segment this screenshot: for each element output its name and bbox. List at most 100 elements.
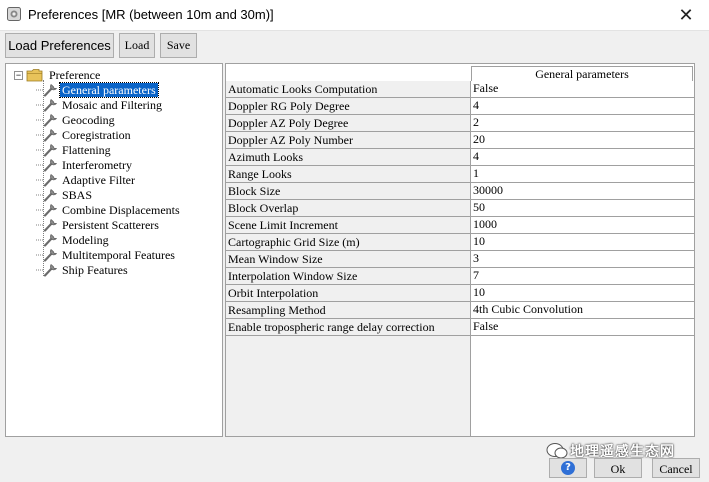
- parameter-value[interactable]: False: [471, 319, 694, 336]
- grid-row: Cartographic Grid Size (m) 10: [226, 234, 694, 251]
- tree-item[interactable]: Adaptive Filter: [36, 172, 137, 187]
- wrench-icon: [36, 143, 58, 157]
- wrench-icon: [36, 128, 58, 142]
- ok-button[interactable]: Ok: [594, 458, 642, 478]
- grid-row: Orbit Interpolation 10: [226, 285, 694, 302]
- parameter-name: Azimuth Looks: [226, 149, 471, 166]
- close-button[interactable]: ✕: [663, 0, 709, 30]
- tree-item[interactable]: Coregistration: [36, 127, 133, 142]
- grid-row: Range Looks 1: [226, 166, 694, 183]
- parameter-name: Doppler RG Poly Degree: [226, 98, 471, 115]
- tree-root[interactable]: Preference: [26, 67, 102, 82]
- load-button[interactable]: Load: [119, 33, 155, 58]
- grid-row: Doppler AZ Poly Degree 2: [226, 115, 694, 132]
- title-bar: Preferences [MR (between 10m and 30m)] ✕: [0, 0, 709, 31]
- preference-tree[interactable]: − Preference General parameters Mosaic an…: [5, 63, 223, 437]
- grid-header: General parameters: [471, 66, 693, 82]
- wrench-icon: [36, 203, 58, 217]
- tree-item[interactable]: Persistent Scatterers: [36, 217, 161, 232]
- parameter-name: Enable tropospheric range delay correcti…: [226, 319, 471, 336]
- wrench-icon: [36, 263, 58, 277]
- tree-item[interactable]: General parameters: [36, 81, 159, 98]
- window-title: Preferences [MR (between 10m and 30m)]: [28, 7, 274, 22]
- parameter-name: Resampling Method: [226, 302, 471, 319]
- grid-row: Doppler RG Poly Degree 4: [226, 98, 694, 115]
- grid-row: Interpolation Window Size 7: [226, 268, 694, 285]
- wrench-icon: [36, 248, 58, 262]
- parameter-value[interactable]: 20: [471, 132, 694, 149]
- wrench-icon: [36, 83, 58, 97]
- tree-item-label: Modeling: [62, 232, 109, 247]
- tree-item[interactable]: Modeling: [36, 232, 111, 247]
- parameter-name: Automatic Looks Computation: [226, 81, 471, 98]
- parameter-value[interactable]: False: [471, 81, 694, 98]
- help-button[interactable]: ?: [549, 458, 587, 478]
- parameter-name: Interpolation Window Size: [226, 268, 471, 285]
- tree-item-label: SBAS: [62, 187, 93, 202]
- parameter-value[interactable]: 50: [471, 200, 694, 217]
- parameter-value[interactable]: 2: [471, 115, 694, 132]
- parameter-name: Orbit Interpolation: [226, 285, 471, 302]
- help-icon: ?: [561, 461, 575, 475]
- parameter-name: Range Looks: [226, 166, 471, 183]
- grid-row: Block Overlap 50: [226, 200, 694, 217]
- tree-item-label: Interferometry: [62, 157, 132, 172]
- tree-item[interactable]: SBAS: [36, 187, 94, 202]
- tree-item[interactable]: Mosaic and Filtering: [36, 97, 164, 112]
- folder-icon: [26, 68, 43, 81]
- save-button[interactable]: Save: [160, 33, 197, 58]
- wrench-icon: [36, 188, 58, 202]
- grid-row: Azimuth Looks 4: [226, 149, 694, 166]
- wrench-icon: [36, 218, 58, 232]
- grid-row: Scene Limit Increment 1000: [226, 217, 694, 234]
- grid-row: Block Size 30000: [226, 183, 694, 200]
- parameter-value[interactable]: 4: [471, 98, 694, 115]
- tree-item[interactable]: Combine Displacements: [36, 202, 182, 217]
- parameter-value[interactable]: 3: [471, 251, 694, 268]
- parameter-name: Scene Limit Increment: [226, 217, 471, 234]
- parameter-name: Doppler AZ Poly Number: [226, 132, 471, 149]
- wrench-icon: [36, 113, 58, 127]
- tree-root-label: Preference: [49, 67, 101, 82]
- parameter-value[interactable]: 4th Cubic Convolution: [471, 302, 694, 319]
- parameter-value[interactable]: 30000: [471, 183, 694, 200]
- wrench-icon: [36, 98, 58, 112]
- parameters-grid: General parameters Automatic Looks Compu…: [225, 63, 695, 437]
- grid-row: Enable tropospheric range delay correcti…: [226, 319, 694, 336]
- parameter-value[interactable]: 1: [471, 166, 694, 183]
- parameter-value[interactable]: 1000: [471, 217, 694, 234]
- app-icon: [7, 7, 21, 21]
- parameter-name: Cartographic Grid Size (m): [226, 234, 471, 251]
- parameter-value[interactable]: 7: [471, 268, 694, 285]
- parameter-value[interactable]: 10: [471, 234, 694, 251]
- tree-item-label: Combine Displacements: [62, 202, 180, 217]
- parameter-name: Doppler AZ Poly Degree: [226, 115, 471, 132]
- tree-item-label: Mosaic and Filtering: [62, 97, 162, 112]
- cancel-button[interactable]: Cancel: [652, 458, 700, 478]
- grid-row: Automatic Looks Computation False: [226, 81, 694, 98]
- tree-item-label: Multitemporal Features: [62, 247, 175, 262]
- parameter-value[interactable]: 4: [471, 149, 694, 166]
- tree-item-label: Ship Features: [62, 262, 128, 277]
- grid-row: Resampling Method 4th Cubic Convolution: [226, 302, 694, 319]
- tree-item-label: Flattening: [62, 142, 111, 157]
- collapse-toggle[interactable]: −: [14, 71, 23, 80]
- parameter-value[interactable]: 10: [471, 285, 694, 302]
- wrench-icon: [36, 158, 58, 172]
- grid-row: Mean Window Size 3: [226, 251, 694, 268]
- wrench-icon: [36, 173, 58, 187]
- tree-item-label: Adaptive Filter: [62, 172, 135, 187]
- tree-item[interactable]: Geocoding: [36, 112, 117, 127]
- load-preferences-button[interactable]: Load Preferences: [5, 33, 114, 58]
- tree-item[interactable]: Ship Features: [36, 262, 130, 277]
- parameter-name: Block Overlap: [226, 200, 471, 217]
- tree-item-label: General parameters: [59, 81, 159, 98]
- grid-row: Doppler AZ Poly Number 20: [226, 132, 694, 149]
- tree-item[interactable]: Multitemporal Features: [36, 247, 177, 262]
- wrench-icon: [36, 233, 58, 247]
- tree-item[interactable]: Flattening: [36, 142, 113, 157]
- tree-item[interactable]: Interferometry: [36, 157, 134, 172]
- close-icon: ✕: [678, 4, 694, 25]
- tree-item-label: Geocoding: [62, 112, 115, 127]
- grid-name-column-filler: [226, 336, 471, 436]
